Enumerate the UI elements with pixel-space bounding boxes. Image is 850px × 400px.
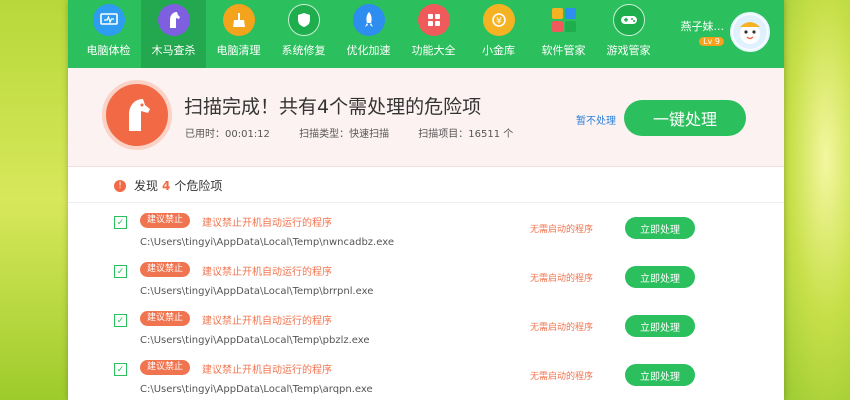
row-checkbox[interactable]: ✓: [114, 314, 127, 327]
row-checkbox[interactable]: ✓: [114, 216, 127, 229]
item-reason: 无需启动的程序: [530, 225, 594, 235]
found-suffix: 个危险项: [174, 179, 223, 193]
check-icon: ✓: [116, 266, 125, 277]
skip-processing-link[interactable]: 暂不处理: [576, 112, 616, 127]
file-path: C:\Users\tingyi\AppData\Local\Temp\arqpn…: [140, 384, 373, 395]
status-badge: 建议禁止: [140, 262, 190, 277]
file-path: C:\Users\tingyi\AppData\Local\Temp\pbzlz…: [140, 335, 370, 346]
file-path: C:\Users\tingyi\AppData\Local\Temp\brrpn…: [140, 286, 374, 297]
found-prefix: 发现: [134, 179, 159, 193]
item-reason: 无需启动的程序: [530, 274, 594, 284]
avatar[interactable]: [730, 12, 770, 52]
svg-text:¥: ¥: [496, 17, 502, 27]
apps-icon: [548, 4, 580, 36]
rocket-icon: [352, 4, 385, 36]
nav-item-pc-checkup[interactable]: 电脑体检: [76, 0, 141, 68]
nav-item-system-repair[interactable]: 系统修复: [271, 0, 336, 68]
item-title: 建议禁止开机自动运行的程序: [202, 365, 332, 376]
shield-icon: [287, 4, 320, 36]
item-title: 建议禁止开机自动运行的程序: [202, 267, 332, 278]
nav-label: 软件管家: [541, 44, 586, 57]
nav-item-trojan-scan[interactable]: 木马查杀: [141, 0, 206, 68]
horse-icon: [157, 4, 190, 36]
nav-label: 优化加速: [346, 44, 391, 57]
nav-label: 游戏管家: [606, 44, 651, 57]
list-item: ✓ 建议禁止 建议禁止开机自动运行的程序 C:\Users\tingyi\App…: [68, 359, 784, 400]
nav-item-optimize-speed[interactable]: 优化加速: [336, 0, 401, 68]
nav-label: 电脑体检: [86, 44, 131, 57]
item-title: 建议禁止开机自动运行的程序: [202, 218, 332, 229]
list-item: ✓ 建议禁止 建议禁止开机自动运行的程序 C:\Users\tingyi\App…: [68, 212, 784, 261]
status-badge: 建议禁止: [140, 311, 190, 326]
background-left: [0, 0, 70, 400]
nav-label: 功能大全: [411, 44, 456, 57]
status-badge: 建议禁止: [140, 360, 190, 375]
user-name: 燕子妹...: [680, 20, 725, 33]
process-now-button[interactable]: 立即处理: [625, 364, 695, 386]
item-title: 建议禁止开机自动运行的程序: [202, 316, 332, 327]
check-icon: ✓: [116, 217, 125, 228]
nav-item-small-vault[interactable]: ¥ 小金库: [466, 0, 531, 68]
check-icon: ✓: [116, 364, 125, 375]
row-checkbox[interactable]: ✓: [114, 363, 127, 376]
grid-icon: [417, 4, 450, 36]
warning-icon: !: [114, 179, 126, 192]
list-item: ✓ 建议禁止 建议禁止开机自动运行的程序 C:\Users\tingyi\App…: [68, 310, 784, 359]
nav-label: 系统修复: [281, 44, 326, 57]
monitor-check-icon: [92, 4, 125, 36]
scan-meta: 已用时：00:01:12 扫描类型：快速扫描 扫描项目：16511 个: [185, 125, 539, 140]
nav-item-pc-clean[interactable]: 电脑清理: [206, 0, 271, 68]
scan-type: 扫描类型：快速扫描: [299, 129, 390, 140]
main-nav: 电脑体检 木马查杀 电脑清理 系统修复 优化加速 功能大全 ¥ 小金库 软件管家…: [76, 0, 661, 68]
top-navigation-bar: 电脑体检 木马查杀 电脑清理 系统修复 优化加速 功能大全 ¥ 小金库 软件管家…: [68, 0, 784, 68]
gamepad-icon: [612, 4, 645, 36]
list-item: ✓ 建议禁止 建议禁止开机自动运行的程序 C:\Users\tingyi\App…: [68, 261, 784, 310]
user-info: 燕子妹... Lv 9: [680, 18, 725, 47]
nav-item-software-manager[interactable]: 软件管家: [531, 0, 596, 68]
level-badge: Lv 9: [699, 37, 724, 46]
process-now-button[interactable]: 立即处理: [625, 217, 695, 239]
process-now-button[interactable]: 立即处理: [625, 315, 695, 337]
elapsed-time: 已用时：00:01:12: [185, 129, 270, 140]
check-icon: ✓: [116, 315, 125, 326]
nav-item-game-manager[interactable]: 游戏管家: [596, 0, 661, 68]
coin-icon: ¥: [482, 4, 515, 36]
broom-icon: [222, 4, 255, 36]
page-title: 扫描完成！共有4个需处理的危险项: [184, 96, 482, 118]
nav-label: 小金库: [482, 44, 515, 57]
process-now-button[interactable]: 立即处理: [625, 266, 695, 288]
item-reason: 无需启动的程序: [530, 323, 594, 333]
file-path: C:\Users\tingyi\AppData\Local\Temp\nwnca…: [140, 237, 394, 248]
row-checkbox[interactable]: ✓: [114, 265, 127, 278]
found-header: ! 发现 4 个危险项: [114, 177, 222, 194]
item-reason: 无需启动的程序: [530, 372, 594, 382]
nav-item-all-features[interactable]: 功能大全: [401, 0, 466, 68]
divider: [68, 202, 784, 203]
status-badge: 建议禁止: [140, 213, 190, 228]
app-window: 电脑体检 木马查杀 电脑清理 系统修复 优化加速 功能大全 ¥ 小金库 软件管家…: [68, 0, 784, 400]
found-count: 4: [162, 178, 171, 193]
nav-label: 电脑清理: [216, 44, 261, 57]
nav-label: 木马查杀: [151, 44, 196, 57]
trojan-horse-logo-icon: [102, 80, 172, 150]
scan-items-count: 扫描项目：16511 个: [418, 129, 514, 140]
user-profile[interactable]: 燕子妹... Lv 9: [680, 12, 770, 52]
one-click-process-button[interactable]: 一键处理: [624, 100, 746, 136]
